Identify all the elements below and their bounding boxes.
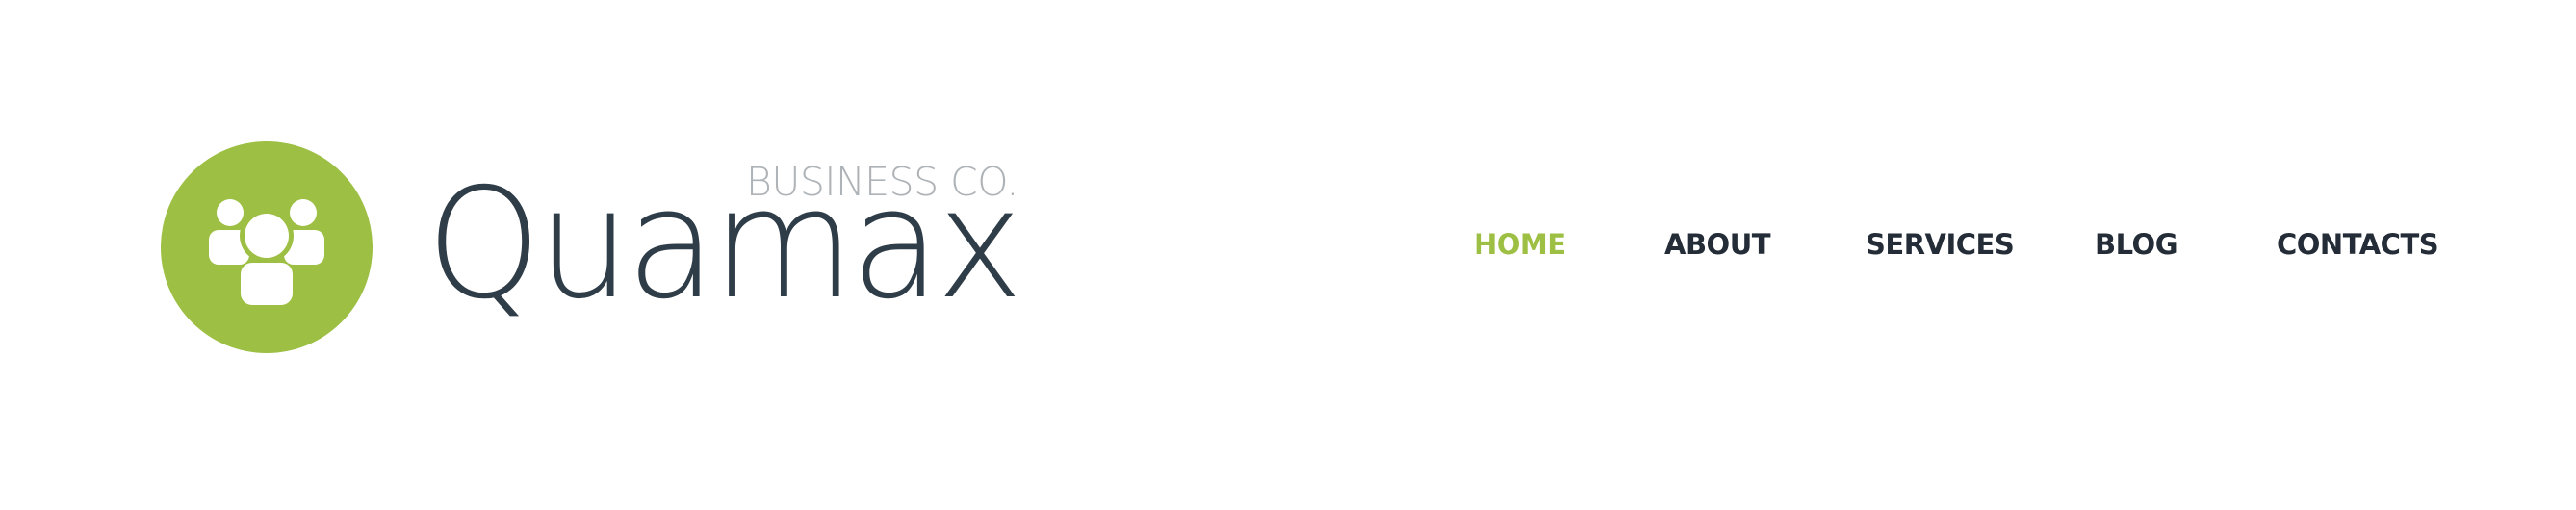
site-header: BUSINESS CO. Quamax HOME ABOUT SERVICES … [0,0,2576,510]
nav-item-contacts[interactable]: CONTACTS [2277,227,2439,262]
nav-item-about[interactable]: ABOUT [1664,227,1771,262]
nav-item-home[interactable]: HOME [1474,227,1566,262]
main-nav: HOME ABOUT SERVICES BLOG CONTACTS [0,227,2576,266]
nav-item-blog[interactable]: BLOG [2095,227,2178,262]
nav-item-services[interactable]: SERVICES [1866,227,2015,262]
